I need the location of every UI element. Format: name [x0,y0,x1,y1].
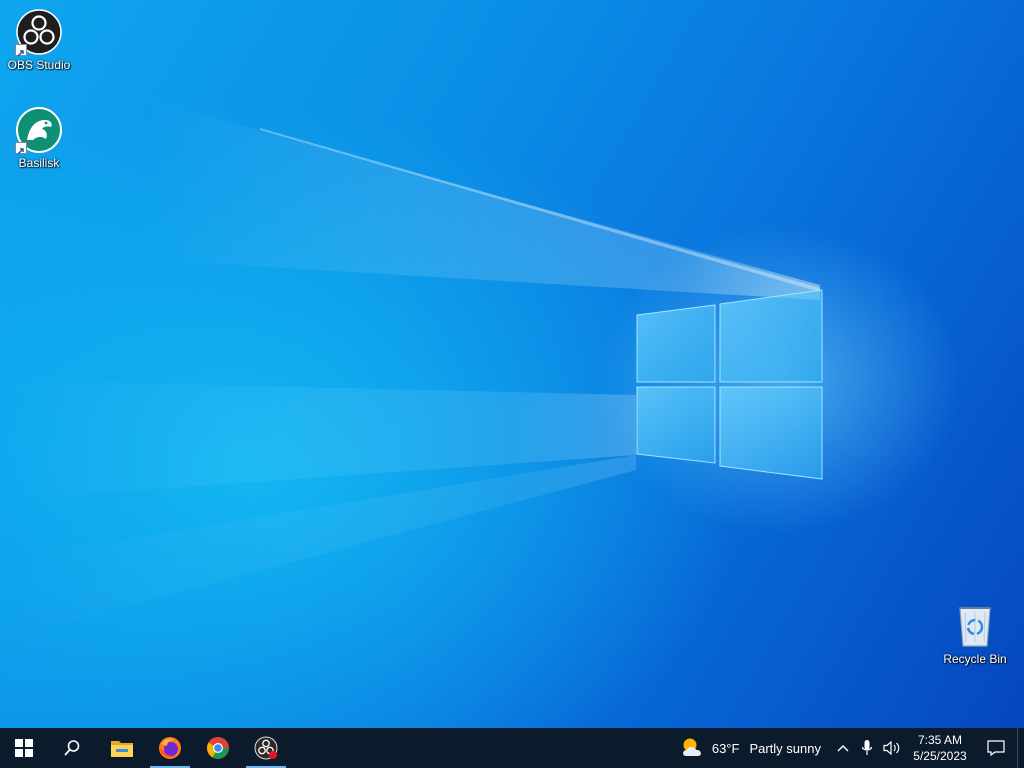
shortcut-arrow-icon [15,142,27,155]
desktop-icon-basilisk[interactable]: Basilisk [0,106,78,170]
desktop-icon-recycle-bin[interactable]: Recycle Bin [936,602,1014,666]
taskbar-app-firefox[interactable] [146,728,194,768]
firefox-icon [159,737,181,759]
desktop-icon-label: Recycle Bin [943,652,1007,666]
shortcut-arrow-icon [15,44,27,57]
action-center-icon [987,740,1005,756]
folder-icon [111,741,133,757]
weather-condition: Partly sunny [749,740,821,756]
taskbar: 63°F Partly sunny 7:35 AM 5/25/2023 [0,728,1024,768]
volume-button[interactable] [879,728,905,768]
taskbar-app-obs-studio[interactable] [242,728,290,768]
clock[interactable]: 7:35 AM 5/25/2023 [905,728,975,768]
obs-studio-icon [15,8,63,57]
wallpaper-light-beams [0,100,820,640]
action-center-button[interactable] [975,728,1017,768]
chevron-up-icon [837,745,849,752]
partly-sunny-icon [682,738,701,756]
recycle-bin-icon [951,602,999,650]
obs-studio-icon [254,736,278,760]
desktop-icon-label: Basilisk [18,156,60,170]
wallpaper-windows-logo [636,289,823,480]
show-hidden-icons-button[interactable] [831,728,855,768]
weather-widget[interactable]: 63°F Partly sunny [676,728,831,768]
chrome-icon [207,737,229,759]
clock-date: 5/25/2023 [913,749,967,763]
weather-temperature: 63°F [711,740,740,756]
desktop-icon-label: OBS Studio [7,58,71,72]
taskbar-app-chrome[interactable] [194,728,242,768]
desktop[interactable]: OBS Studio Basilisk Recycle Bin [0,0,1024,728]
microphone-icon [861,740,873,755]
windows-logo-icon [15,739,33,757]
basilisk-icon [15,106,63,155]
clock-time: 7:35 AM [917,733,962,747]
show-desktop-button[interactable] [1017,728,1024,768]
search-button[interactable] [48,728,96,768]
microphone-button[interactable] [855,728,879,768]
desktop-icon-obs-studio[interactable]: OBS Studio [0,8,78,72]
taskbar-app-file-explorer[interactable] [98,728,146,768]
volume-icon [883,740,900,756]
start-button[interactable] [0,728,48,768]
search-icon [64,740,80,756]
